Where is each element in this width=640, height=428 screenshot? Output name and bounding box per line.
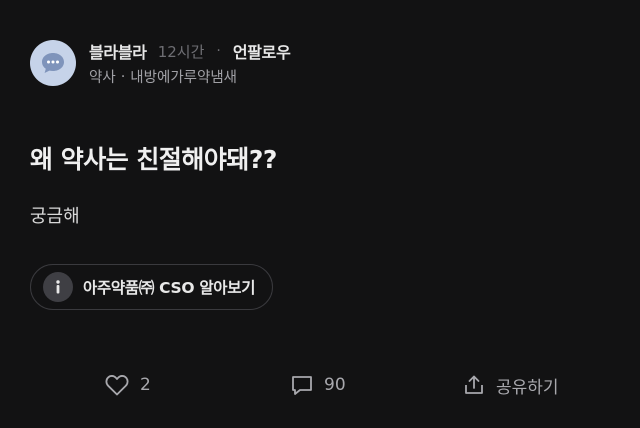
ad-label: 아주약품㈜ CSO 알아보기 xyxy=(83,279,256,297)
author-category: 약사 xyxy=(89,70,116,86)
author-line: 블라블라 12시간 · 언팔로우 xyxy=(89,39,291,63)
post-header: 블라블라 12시간 · 언팔로우 약사 · 내방에가루약냄새 xyxy=(30,40,291,87)
avatar[interactable] xyxy=(30,40,76,86)
comment-count: 90 xyxy=(324,375,346,395)
share-icon xyxy=(465,375,483,394)
like-button[interactable]: 2 xyxy=(104,368,151,402)
author-name[interactable]: 블라블라 xyxy=(89,39,147,63)
separator-dot: · xyxy=(216,43,221,59)
comment-icon xyxy=(292,376,312,395)
chat-bubble-icon xyxy=(42,53,64,73)
info-icon xyxy=(43,272,73,302)
ad-chip[interactable]: 아주약품㈜ CSO 알아보기 xyxy=(30,264,274,310)
meta-separator: · xyxy=(120,68,126,85)
share-button[interactable]: 공유하기 xyxy=(462,368,559,402)
post-title: 왜 약사는 친절해야돼?? xyxy=(30,145,277,174)
unfollow-button[interactable]: 언팔로우 xyxy=(233,39,291,63)
author-subcategory[interactable]: 내방에가루약냄새 xyxy=(130,66,237,87)
comment-button[interactable]: 90 xyxy=(290,368,346,402)
action-bar: 2 90 공유하기 xyxy=(0,368,640,402)
author-block: 블라블라 12시간 · 언팔로우 약사 · 내방에가루약냄새 xyxy=(89,40,291,87)
author-meta: 약사 · 내방에가루약냄새 xyxy=(89,66,291,87)
like-count: 2 xyxy=(140,375,151,395)
share-label: 공유하기 xyxy=(496,377,559,398)
post-body: 궁금해 xyxy=(30,206,80,227)
heart-icon xyxy=(105,375,129,396)
post-time: 12시간 xyxy=(157,42,205,61)
